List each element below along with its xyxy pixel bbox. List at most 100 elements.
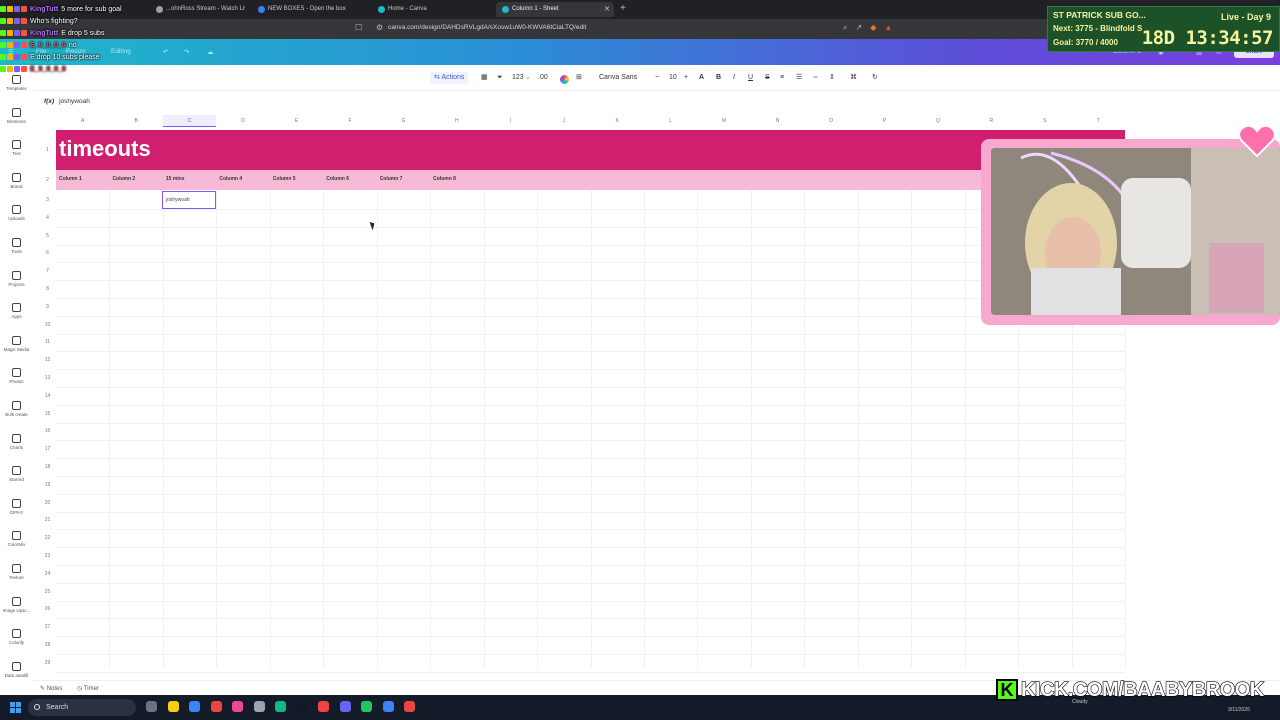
column-header[interactable]: T bbox=[1072, 115, 1125, 127]
obs-icon[interactable] bbox=[210, 701, 222, 712]
font-size-input[interactable]: 10 bbox=[669, 72, 677, 84]
column-header[interactable]: K bbox=[591, 115, 644, 127]
column-header[interactable]: S bbox=[1018, 115, 1071, 127]
column-header[interactable]: O bbox=[804, 115, 857, 127]
chevron-down-icon[interactable]: ⌄ bbox=[525, 72, 531, 84]
zoom-icon[interactable]: ⌕ bbox=[843, 23, 847, 33]
sidebar-item[interactable]: Text bbox=[0, 140, 33, 156]
row-header[interactable]: 9 bbox=[40, 304, 55, 310]
column-header[interactable]: E bbox=[270, 115, 323, 127]
row-header[interactable]: 13 bbox=[40, 375, 55, 381]
column-header[interactable]: G bbox=[377, 115, 430, 127]
row-header[interactable]: 16 bbox=[40, 428, 55, 434]
header-cell[interactable]: Column 7 bbox=[380, 176, 403, 182]
column-header[interactable]: C bbox=[162, 115, 217, 127]
filter-icon[interactable]: ⏷ bbox=[497, 72, 503, 84]
browser-icon[interactable] bbox=[253, 701, 265, 712]
refresh-icon[interactable]: ↻ bbox=[872, 72, 878, 84]
url-field[interactable]: canva.com/design/DAHDsRVLgdA/sXosw1uW0-K… bbox=[388, 24, 586, 31]
row-header[interactable]: 21 bbox=[40, 517, 55, 523]
row-header[interactable]: 20 bbox=[40, 500, 55, 506]
row-header[interactable]: 27 bbox=[40, 624, 55, 630]
header-cell[interactable]: 15 mins bbox=[166, 176, 185, 182]
row-header[interactable]: 10 bbox=[40, 322, 55, 328]
row-header[interactable]: 3 bbox=[40, 197, 55, 203]
row-header[interactable]: 25 bbox=[40, 589, 55, 595]
column-header[interactable]: Q bbox=[911, 115, 964, 127]
number-format-button[interactable]: 123 bbox=[512, 72, 524, 84]
app-icon[interactable] bbox=[382, 701, 394, 712]
steam-icon[interactable] bbox=[296, 701, 308, 712]
row-header[interactable]: 2 bbox=[40, 177, 55, 183]
column-width-icon[interactable]: ⇔ bbox=[812, 72, 819, 84]
row-header[interactable]: 1 bbox=[40, 147, 55, 153]
row-header[interactable]: 28 bbox=[40, 642, 55, 648]
sidebar-item[interactable]: Projects bbox=[0, 270, 33, 287]
windows-start-icon[interactable] bbox=[10, 702, 21, 713]
header-cell[interactable]: Column 5 bbox=[273, 176, 296, 182]
row-header[interactable]: 19 bbox=[40, 482, 55, 488]
share-page-icon[interactable]: ↗ bbox=[855, 23, 862, 33]
task-view-icon[interactable] bbox=[146, 701, 157, 712]
sidebar-item[interactable]: GIPHY bbox=[0, 498, 33, 515]
row-header[interactable]: 18 bbox=[40, 464, 55, 470]
folder-icon[interactable] bbox=[189, 701, 200, 712]
italic-icon[interactable]: I bbox=[733, 72, 735, 84]
row-header[interactable]: 22 bbox=[40, 535, 55, 541]
color-picker-icon[interactable] bbox=[560, 75, 569, 84]
sidebar-item[interactable]: Image Upsc... bbox=[0, 596, 33, 613]
sidebar-item[interactable]: Starred bbox=[0, 466, 33, 482]
brave-icon[interactable] bbox=[404, 701, 415, 712]
column-header[interactable]: D bbox=[216, 115, 269, 127]
sidebar-item[interactable]: ColorMix bbox=[0, 531, 33, 547]
column-header[interactable]: J bbox=[537, 115, 590, 127]
sheet-title[interactable]: timeouts bbox=[59, 136, 151, 162]
font-dropdown[interactable]: Canva Sans bbox=[599, 72, 637, 84]
header-cell[interactable]: Column 6 bbox=[326, 176, 349, 182]
app-icon[interactable] bbox=[232, 701, 243, 712]
vertical-align-icon[interactable]: ⇕ bbox=[829, 72, 835, 84]
column-header[interactable]: L bbox=[644, 115, 697, 127]
xbox-icon[interactable] bbox=[361, 701, 372, 712]
taskbar-search[interactable]: Search bbox=[28, 699, 136, 716]
browser-tab[interactable]: NEW BOXES - Open the box bbox=[252, 2, 367, 17]
formula-value[interactable]: joshywoah bbox=[59, 98, 90, 105]
sidebar-item[interactable]: Uploads bbox=[0, 205, 33, 221]
tiktok-icon[interactable] bbox=[318, 701, 329, 712]
sidebar-item[interactable]: Texture bbox=[0, 564, 33, 580]
formula-bar[interactable]: f(x) joshywoah bbox=[44, 98, 90, 105]
list-icon[interactable]: ☰ bbox=[796, 72, 802, 84]
header-cell[interactable]: Column 4 bbox=[219, 176, 242, 182]
header-cell[interactable]: Column 8 bbox=[433, 176, 456, 182]
row-header[interactable]: 5 bbox=[40, 233, 55, 239]
browser-tab-active[interactable]: Column 1 - Sheet ✕ bbox=[496, 2, 614, 17]
alert-icon[interactable]: ▲ bbox=[884, 23, 892, 33]
bold-icon[interactable]: B bbox=[716, 72, 721, 84]
column-header[interactable]: M bbox=[697, 115, 750, 127]
font-size-increase[interactable]: + bbox=[684, 72, 688, 84]
row-header[interactable]: 8 bbox=[40, 286, 55, 292]
sidebar-item[interactable]: Elements bbox=[0, 107, 33, 124]
extension-icon[interactable]: ◆ bbox=[870, 23, 876, 33]
row-header[interactable]: 23 bbox=[40, 553, 55, 559]
sidebar-item[interactable]: Colorify bbox=[0, 629, 33, 645]
notes-button[interactable]: ✎ Notes bbox=[40, 685, 62, 692]
sidebar-item[interactable]: Tools bbox=[0, 238, 33, 254]
chrome-icon[interactable] bbox=[275, 701, 286, 712]
align-icon[interactable]: ≡ bbox=[780, 72, 784, 84]
header-cell[interactable]: Column 2 bbox=[112, 176, 135, 182]
timer-button[interactable]: ◷ Timer bbox=[77, 685, 99, 692]
sidebar-item[interactable]: Magic Media bbox=[0, 335, 33, 352]
bookmark-icon[interactable]: ☐ bbox=[355, 23, 362, 32]
header-cell[interactable]: Column 1 bbox=[59, 176, 82, 182]
column-header[interactable]: A bbox=[56, 115, 109, 127]
strikethrough-icon[interactable]: S bbox=[765, 72, 770, 84]
row-header[interactable]: 24 bbox=[40, 571, 55, 577]
sidebar-item[interactable]: Apps bbox=[0, 303, 33, 319]
borders-icon[interactable]: ⊞ bbox=[576, 72, 582, 84]
selected-cell[interactable]: joshywoah bbox=[162, 191, 216, 209]
column-header[interactable]: R bbox=[965, 115, 1018, 127]
row-header[interactable]: 7 bbox=[40, 268, 55, 274]
column-header[interactable]: B bbox=[109, 115, 162, 127]
row-header[interactable]: 15 bbox=[40, 411, 55, 417]
